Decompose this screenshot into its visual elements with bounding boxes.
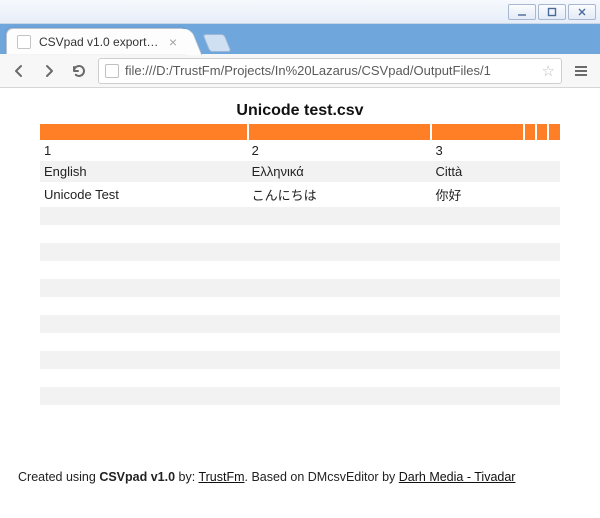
page-viewport: Unicode test.csv 123EnglishΕλληνικάCittà… bbox=[0, 88, 600, 518]
table-cell bbox=[40, 333, 248, 351]
table-row bbox=[40, 297, 560, 315]
tab-title: CSVpad v1.0 export: Unic… bbox=[39, 35, 159, 49]
table-cell bbox=[248, 279, 432, 297]
address-bar[interactable]: file:///D:/TrustFm/Projects/In%20Lazarus… bbox=[98, 58, 562, 84]
table-row bbox=[40, 225, 560, 243]
table-cell bbox=[431, 279, 524, 297]
browser-menu-button[interactable] bbox=[570, 60, 592, 82]
table-cell bbox=[248, 351, 432, 369]
close-icon bbox=[577, 7, 587, 17]
table-cell: 1 bbox=[40, 140, 248, 161]
window-minimize-button[interactable] bbox=[508, 4, 536, 20]
table-cell bbox=[431, 207, 524, 225]
new-tab-button[interactable] bbox=[202, 34, 231, 52]
table-cell bbox=[40, 261, 248, 279]
table-cell bbox=[40, 207, 248, 225]
footer-app-name: CSVpad v1.0 bbox=[99, 470, 175, 484]
table-cell bbox=[431, 333, 524, 351]
table-cell bbox=[248, 369, 432, 387]
csv-table: 123EnglishΕλληνικάCittàUnicode Testこんにちは… bbox=[40, 124, 560, 423]
table-cell: 你好 bbox=[431, 182, 524, 207]
table-cell bbox=[431, 369, 524, 387]
page-favicon-icon bbox=[17, 35, 31, 49]
back-button[interactable] bbox=[8, 60, 30, 82]
table-row bbox=[40, 333, 560, 351]
table-row bbox=[40, 207, 560, 225]
table-row bbox=[40, 387, 560, 405]
browser-tab[interactable]: CSVpad v1.0 export: Unic… bbox=[6, 28, 188, 54]
table-cell: English bbox=[40, 161, 248, 182]
footer-credit-link[interactable]: Darh Media - Tivadar bbox=[399, 470, 516, 484]
table-row bbox=[40, 315, 560, 333]
table-cell: Città bbox=[431, 161, 524, 182]
table-row bbox=[40, 351, 560, 369]
table-row: EnglishΕλληνικάCittà bbox=[40, 161, 560, 182]
table-row bbox=[40, 405, 560, 423]
table-cell bbox=[431, 315, 524, 333]
reload-icon bbox=[71, 63, 87, 79]
table-row: 123 bbox=[40, 140, 560, 161]
table-cell bbox=[40, 279, 248, 297]
table-cell bbox=[431, 351, 524, 369]
table-row: Unicode Testこんにちは你好 bbox=[40, 182, 560, 207]
minimize-icon bbox=[517, 7, 527, 17]
window-titlebar bbox=[0, 0, 600, 24]
page-icon bbox=[105, 64, 119, 78]
table-row bbox=[40, 279, 560, 297]
table-cell bbox=[431, 297, 524, 315]
table-cell bbox=[40, 225, 248, 243]
table-cell bbox=[248, 225, 432, 243]
table-row bbox=[40, 261, 560, 279]
table-row bbox=[40, 243, 560, 261]
table-header-bar bbox=[40, 124, 560, 140]
table-cell bbox=[40, 405, 248, 423]
table-cell bbox=[40, 351, 248, 369]
table-cell bbox=[40, 369, 248, 387]
table-cell bbox=[431, 405, 524, 423]
maximize-icon bbox=[547, 7, 557, 17]
table-cell bbox=[248, 297, 432, 315]
table-cell bbox=[248, 405, 432, 423]
bookmark-star-icon[interactable]: ☆ bbox=[542, 62, 555, 80]
table-cell bbox=[431, 225, 524, 243]
table-cell bbox=[431, 243, 524, 261]
page-title: Unicode test.csv bbox=[236, 102, 363, 120]
address-bar-url: file:///D:/TrustFm/Projects/In%20Lazarus… bbox=[125, 63, 536, 78]
table-cell bbox=[248, 333, 432, 351]
table-cell bbox=[248, 207, 432, 225]
tab-close-button[interactable] bbox=[167, 36, 179, 48]
table-cell bbox=[248, 315, 432, 333]
table-cell bbox=[248, 243, 432, 261]
browser-toolbar: file:///D:/TrustFm/Projects/In%20Lazarus… bbox=[0, 54, 600, 88]
table-cell bbox=[40, 297, 248, 315]
table-cell bbox=[431, 387, 524, 405]
table-cell: 2 bbox=[248, 140, 432, 161]
arrow-left-icon bbox=[11, 63, 27, 79]
footer-prefix: Created using bbox=[18, 470, 99, 484]
table-cell bbox=[248, 261, 432, 279]
arrow-right-icon bbox=[41, 63, 57, 79]
table-cell: Ελληνικά bbox=[248, 161, 432, 182]
table-cell bbox=[248, 387, 432, 405]
table-cell: 3 bbox=[431, 140, 524, 161]
footer-author-link[interactable]: TrustFm bbox=[198, 470, 244, 484]
window-close-button[interactable] bbox=[568, 4, 596, 20]
footer-credit: Created using CSVpad v1.0 by: TrustFm. B… bbox=[14, 470, 586, 518]
table-cell: Unicode Test bbox=[40, 182, 248, 207]
table-cell bbox=[40, 315, 248, 333]
forward-button[interactable] bbox=[38, 60, 60, 82]
tab-strip: CSVpad v1.0 export: Unic… bbox=[0, 24, 600, 54]
table-cell bbox=[40, 243, 248, 261]
table-row bbox=[40, 369, 560, 387]
table-cell: こんにちは bbox=[248, 182, 432, 207]
window-maximize-button[interactable] bbox=[538, 4, 566, 20]
footer-by: by: bbox=[175, 470, 198, 484]
table-cell bbox=[431, 261, 524, 279]
table-cell bbox=[40, 387, 248, 405]
footer-mid: . Based on DMcsvEditor by bbox=[245, 470, 399, 484]
reload-button[interactable] bbox=[68, 60, 90, 82]
hamburger-icon bbox=[573, 63, 589, 79]
